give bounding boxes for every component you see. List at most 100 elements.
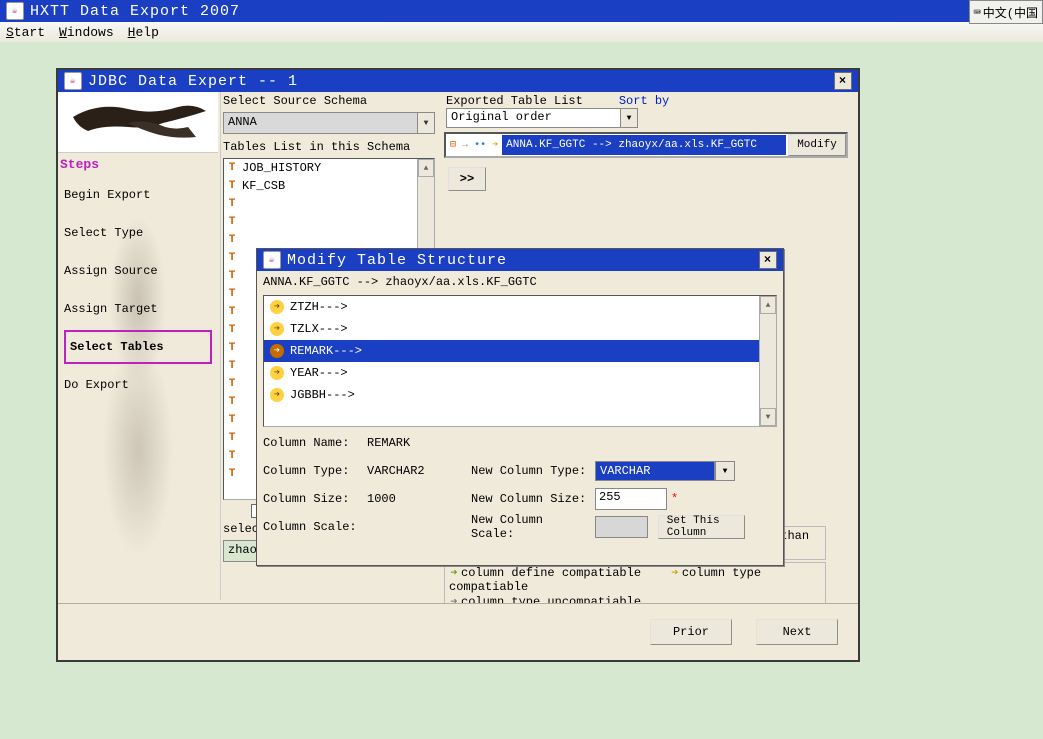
arrow-icon: ➔ <box>492 140 498 151</box>
java-icon: ☕ <box>64 72 82 90</box>
scroll-up-icon[interactable] <box>760 296 776 314</box>
source-schema-value: ANNA <box>224 113 417 133</box>
tables-list-label: Tables List in this Schema <box>221 138 441 156</box>
app-title: HXTT Data Export 2007 <box>30 3 240 20</box>
column-size-value: 1000 <box>367 492 467 506</box>
chevron-down-icon[interactable] <box>715 461 735 481</box>
column-type-label: Column Type: <box>263 464 363 478</box>
next-button[interactable]: Next <box>756 619 838 645</box>
legend-dot-icon: ➔ <box>670 565 680 580</box>
sortby-label: Sort by <box>619 94 669 108</box>
arrow-icon <box>270 300 284 314</box>
column-type-value: VARCHAR2 <box>367 464 467 478</box>
table-icon <box>226 396 238 408</box>
chevron-down-icon[interactable] <box>417 113 434 133</box>
arrow-icon <box>270 322 284 336</box>
arrow-icon <box>270 344 284 358</box>
jdbc-title-bar[interactable]: ☕ JDBC Data Expert -- 1 × <box>58 70 858 92</box>
step-select-type[interactable]: Select Type <box>58 214 218 252</box>
column-size-label: Column Size: <box>263 492 363 506</box>
column-row[interactable]: ZTZH---> <box>264 296 776 318</box>
java-icon: ☕ <box>263 251 281 269</box>
eagle-logo <box>58 92 218 153</box>
sort-value: Original order <box>447 109 620 127</box>
exported-listbox[interactable]: ⊟ → •• ➔ ANNA.KF_GGTC --> zhaoyx/aa.xls.… <box>444 132 848 158</box>
table-icon <box>226 450 238 462</box>
table-icon <box>226 432 238 444</box>
table-icon <box>226 162 238 174</box>
dialog-title-bar[interactable]: ☕ Modify Table Structure × <box>257 249 783 271</box>
table-row[interactable]: JOB_HISTORY <box>224 159 434 177</box>
menu-start[interactable]: Start <box>6 25 45 40</box>
modify-button[interactable]: Modify <box>788 134 846 156</box>
column-form: Column Name: REMARK Column Type: VARCHAR… <box>263 429 777 559</box>
table-icon <box>226 414 238 426</box>
modify-table-dialog: ☕ Modify Table Structure × ANNA.KF_GGTC … <box>256 248 784 566</box>
steps-sidebar: Steps Begin Export Select Type Assign So… <box>58 92 218 600</box>
source-schema-label: Select Source Schema <box>221 92 441 110</box>
table-icon <box>226 252 238 264</box>
close-icon[interactable]: × <box>759 251 777 269</box>
table-icon <box>226 234 238 246</box>
workspace: ☕ JDBC Data Expert -- 1 × Steps Begin Ex… <box>0 42 1043 739</box>
step-assign-target[interactable]: Assign Target <box>58 290 218 328</box>
keyboard-icon: ⌨ <box>974 5 981 20</box>
step-select-tables[interactable]: Select Tables <box>64 330 212 364</box>
table-icon <box>226 324 238 336</box>
sort-combo[interactable]: Original order <box>446 108 638 128</box>
step-assign-source[interactable]: Assign Source <box>58 252 218 290</box>
scroll-down-icon[interactable] <box>760 408 776 426</box>
row-icons: ⊟ → •• ➔ <box>446 139 502 151</box>
scroll-up-icon[interactable] <box>418 159 434 177</box>
exported-row[interactable]: ANNA.KF_GGTC --> zhaoyx/aa.xls.KF_GGTC <box>502 135 786 155</box>
step-begin-export[interactable]: Begin Export <box>58 176 218 214</box>
exported-label: Exported Table List <box>446 94 583 108</box>
table-icon <box>226 180 238 192</box>
column-scale-label: Column Scale: <box>263 520 363 534</box>
table-icon <box>226 216 238 228</box>
close-icon[interactable]: × <box>834 72 852 90</box>
table-icon <box>226 342 238 354</box>
column-row[interactable]: REMARK---> <box>264 340 776 362</box>
source-schema-combo[interactable]: ANNA <box>223 112 435 134</box>
table-row[interactable]: KF_CSB <box>224 177 434 195</box>
arrow-icon: ⊟ <box>450 140 456 151</box>
table-icon <box>226 306 238 318</box>
column-row[interactable]: YEAR---> <box>264 362 776 384</box>
dialog-title: Modify Table Structure <box>287 252 507 269</box>
column-name-label: Column Name: <box>263 436 363 450</box>
dialog-subtitle: ANNA.KF_GGTC --> zhaoyx/aa.xls.KF_GGTC <box>257 271 783 293</box>
new-size-input[interactable]: 255 <box>595 488 667 510</box>
new-scale-label: New Column Scale: <box>471 513 591 541</box>
table-icon <box>226 360 238 372</box>
scrollbar[interactable] <box>759 296 776 426</box>
prior-button[interactable]: Prior <box>650 619 732 645</box>
columns-listbox[interactable]: ZTZH---> TZLX---> REMARK---> YEAR---> JG… <box>263 295 777 427</box>
menu-bar: Start Windows Help <box>0 22 1043 43</box>
table-row[interactable] <box>224 231 434 249</box>
new-scale-input[interactable] <box>595 516 648 538</box>
legend-dot-icon: ➔ <box>449 565 459 580</box>
step-do-export[interactable]: Do Export <box>58 366 218 404</box>
app-title-bar: ☕ HXTT Data Export 2007 <box>0 0 1043 22</box>
table-icon <box>226 270 238 282</box>
dots-icon: •• <box>474 140 486 151</box>
table-row[interactable] <box>224 195 434 213</box>
exported-header: Exported Table List Sort by Original ord… <box>444 92 856 130</box>
chevron-down-icon[interactable] <box>620 109 637 127</box>
menu-windows[interactable]: Windows <box>59 25 114 40</box>
new-type-select[interactable]: VARCHAR <box>595 461 735 481</box>
required-asterisk: * <box>671 492 678 506</box>
table-row[interactable] <box>224 213 434 231</box>
menu-help[interactable]: Help <box>128 25 159 40</box>
column-row[interactable]: JGBBH---> <box>264 384 776 406</box>
arrow-icon <box>270 366 284 380</box>
jdbc-title: JDBC Data Expert -- 1 <box>88 73 298 90</box>
new-type-label: New Column Type: <box>471 464 591 478</box>
set-column-button[interactable]: Set This Column <box>658 515 745 539</box>
column-name-value: REMARK <box>367 436 467 450</box>
language-button[interactable]: ⌨ 中文(中国 <box>969 0 1043 24</box>
new-size-label: New Column Size: <box>471 492 591 506</box>
button-bar: Prior Next <box>58 603 858 660</box>
column-row[interactable]: TZLX---> <box>264 318 776 340</box>
